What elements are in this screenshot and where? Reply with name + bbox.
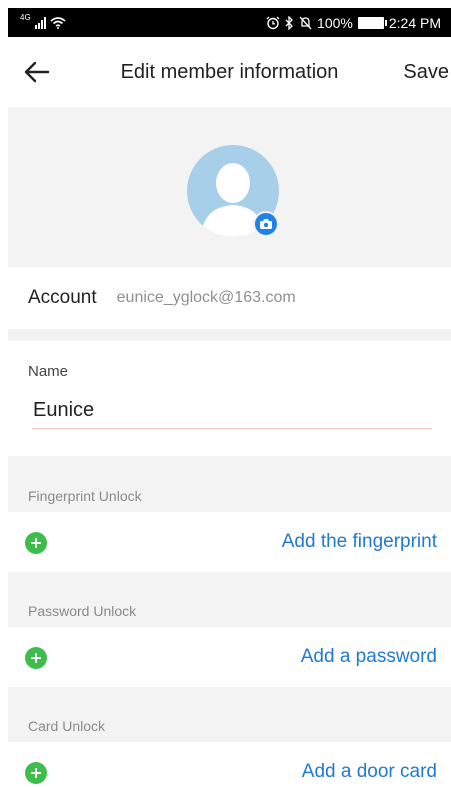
plus-icon bbox=[31, 768, 41, 778]
add-password-plus-icon[interactable] bbox=[25, 647, 47, 669]
avatar-section bbox=[8, 107, 451, 267]
camera-icon bbox=[260, 219, 272, 229]
clock: 2:24 PM bbox=[388, 14, 441, 31]
plus-icon bbox=[31, 538, 41, 548]
password-section-header: Password Unlock bbox=[8, 572, 451, 627]
plus-icon bbox=[31, 653, 41, 663]
section-divider bbox=[8, 329, 451, 341]
name-input[interactable] bbox=[32, 393, 432, 429]
silent-icon bbox=[299, 16, 312, 29]
battery-percent: 100% bbox=[317, 14, 353, 31]
add-fingerprint-row[interactable]: Add the fingerprint bbox=[8, 512, 451, 572]
bluetooth-icon bbox=[285, 15, 293, 30]
status-bar: 4G 100% 2:24 PM bbox=[8, 8, 451, 37]
add-door-card-plus-icon[interactable] bbox=[25, 762, 47, 784]
add-fingerprint-plus-icon[interactable] bbox=[25, 532, 47, 554]
add-password-link[interactable]: Add a password bbox=[301, 646, 437, 668]
password-section-title: Password Unlock bbox=[28, 603, 137, 619]
wifi-icon bbox=[50, 16, 66, 29]
app-header: Edit member information Save bbox=[8, 37, 451, 107]
card-section-header: Card Unlock bbox=[8, 687, 451, 742]
alarm-icon bbox=[266, 16, 280, 29]
status-left: 4G bbox=[20, 13, 66, 29]
add-fingerprint-link[interactable]: Add the fingerprint bbox=[282, 531, 437, 553]
name-section: Name bbox=[8, 341, 451, 456]
add-password-row[interactable]: Add a password bbox=[8, 627, 451, 687]
signal-icon bbox=[34, 16, 46, 29]
fingerprint-section-header: Fingerprint Unlock bbox=[8, 456, 451, 512]
page-title: Edit member information bbox=[120, 61, 339, 83]
network-type: 4G bbox=[20, 13, 31, 22]
status-right: 100% 2:24 PM bbox=[266, 15, 441, 31]
battery-icon bbox=[357, 16, 387, 29]
account-row: Account eunice_yglock@163.com bbox=[8, 267, 451, 329]
account-label: Account bbox=[28, 287, 97, 308]
add-door-card-link[interactable]: Add a door card bbox=[302, 761, 437, 783]
account-value: eunice_yglock@163.com bbox=[116, 289, 296, 306]
change-photo-button[interactable] bbox=[253, 211, 279, 237]
card-section-title: Card Unlock bbox=[28, 718, 106, 734]
save-button[interactable]: Save bbox=[403, 61, 449, 84]
add-door-card-row[interactable]: Add a door card bbox=[8, 742, 451, 787]
name-label: Name bbox=[28, 363, 69, 380]
fingerprint-section-title: Fingerprint Unlock bbox=[28, 488, 142, 504]
